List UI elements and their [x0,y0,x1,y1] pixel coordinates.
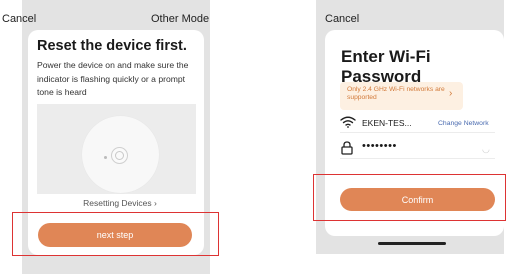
wifi-network-name: EKEN-TES... [362,118,412,128]
power-button-inner-icon [115,151,124,160]
network-warning-text: Only 2.4 GHz Wi-Fi networks are supporte… [347,86,445,101]
highlight-box-right [313,174,506,221]
eye-hidden-icon[interactable]: ◡ [482,144,490,155]
resetting-devices-link[interactable]: Resetting Devices › [60,198,180,208]
change-network-link[interactable]: Change Network [438,120,489,127]
page-title: Reset the device first. [37,38,187,54]
home-indicator [378,242,446,245]
other-mode-button[interactable]: Other Mode [151,13,209,25]
indicator-light-icon [104,156,107,159]
divider [340,158,495,159]
chevron-right-icon: › [449,88,453,99]
left-cancel-button[interactable]: Cancel [2,13,36,25]
lock-icon [341,141,353,155]
instruction-text: Power the device on and make sure the in… [37,60,189,97]
password-input[interactable]: •••••••• [362,140,397,152]
wifi-icon [340,116,356,128]
wifi-page-title: Enter Wi-Fi Password [341,47,431,86]
right-cancel-button[interactable]: Cancel [325,13,359,25]
highlight-box-left [12,212,219,256]
divider [340,132,495,133]
